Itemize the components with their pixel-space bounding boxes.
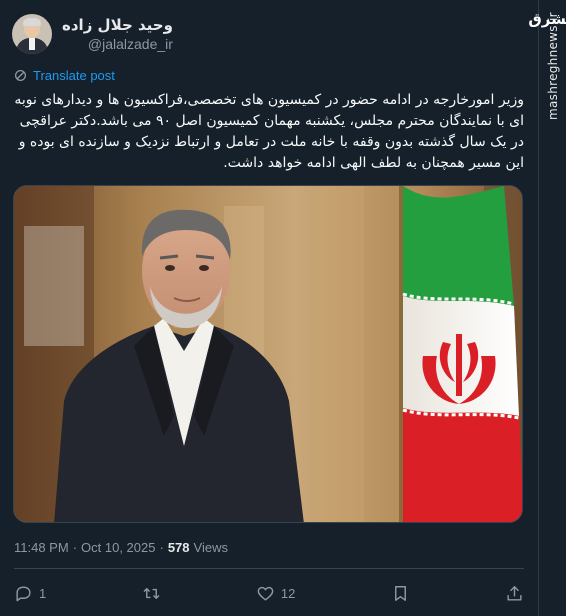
translate-post-link[interactable]: Translate post (14, 68, 115, 83)
share-button[interactable] (505, 582, 524, 604)
repost-button[interactable] (142, 582, 161, 604)
views-count: 578 (167, 540, 190, 555)
post-meta: 11:48 PM · Oct 10, 2025 · 578 Views (14, 540, 228, 555)
watermark-band: مشرق mashreghnews.ir (528, 0, 566, 616)
like-button[interactable]: 12 (256, 582, 295, 604)
portrait-with-flag-image (14, 186, 522, 522)
translate-label: Translate post (33, 68, 115, 83)
views-label: Views (193, 540, 228, 555)
heart-icon (257, 586, 274, 601)
like-count: 12 (280, 585, 296, 601)
translate-icon (14, 69, 27, 82)
divider (14, 568, 524, 569)
bookmark-icon (394, 585, 406, 601)
share-icon (507, 585, 522, 601)
post-image[interactable] (13, 185, 523, 523)
avatar[interactable] (12, 14, 52, 54)
repost-icon (143, 587, 159, 599)
watermark-site: mashreghnews.ir (546, 12, 560, 120)
post-date[interactable]: Oct 10, 2025 (81, 540, 155, 555)
post-header: وحید جلال زاده @jalalzade_ir (12, 14, 173, 54)
post-time[interactable]: 11:48 PM (14, 540, 69, 555)
action-bar: 1 12 (14, 582, 524, 604)
reply-count: 1 (39, 585, 47, 601)
bookmark-button[interactable] (391, 582, 410, 604)
reply-icon (16, 585, 31, 601)
display-name[interactable]: وحید جلال زاده (62, 16, 173, 34)
post-text: وزیر امورخارجه در ادامه حضور در کمیسیون … (14, 92, 524, 171)
author-info: وحید جلال زاده @jalalzade_ir (62, 16, 173, 52)
meta-separator: · (72, 540, 78, 555)
meta-separator: · (159, 540, 164, 555)
handle[interactable]: @jalalzade_ir (88, 36, 173, 52)
post-card: وحید جلال زاده @jalalzade_ir Translate p… (0, 0, 538, 616)
reply-button[interactable]: 1 (14, 582, 46, 604)
